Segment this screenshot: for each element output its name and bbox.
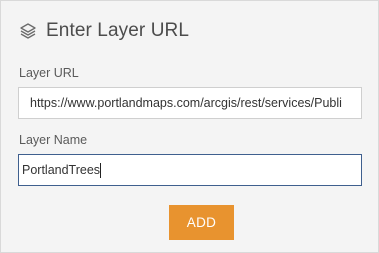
layers-icon bbox=[19, 22, 37, 40]
panel-title: Enter Layer URL bbox=[46, 20, 190, 41]
layer-url-value: https://www.portlandmaps.com/arcgis/rest… bbox=[30, 96, 342, 110]
text-caret bbox=[100, 162, 102, 178]
add-button[interactable]: ADD bbox=[169, 205, 234, 240]
layer-name-value: PortlandTrees bbox=[22, 163, 101, 177]
enter-layer-url-panel: Enter Layer URL Layer URL https://www.po… bbox=[0, 0, 379, 253]
panel-header: Enter Layer URL bbox=[19, 19, 189, 43]
layer-name-label: Layer Name bbox=[19, 133, 88, 147]
layer-url-label: Layer URL bbox=[19, 66, 79, 80]
layer-url-input[interactable]: https://www.portlandmaps.com/arcgis/rest… bbox=[18, 87, 362, 119]
layer-name-input[interactable]: PortlandTrees bbox=[18, 154, 362, 186]
